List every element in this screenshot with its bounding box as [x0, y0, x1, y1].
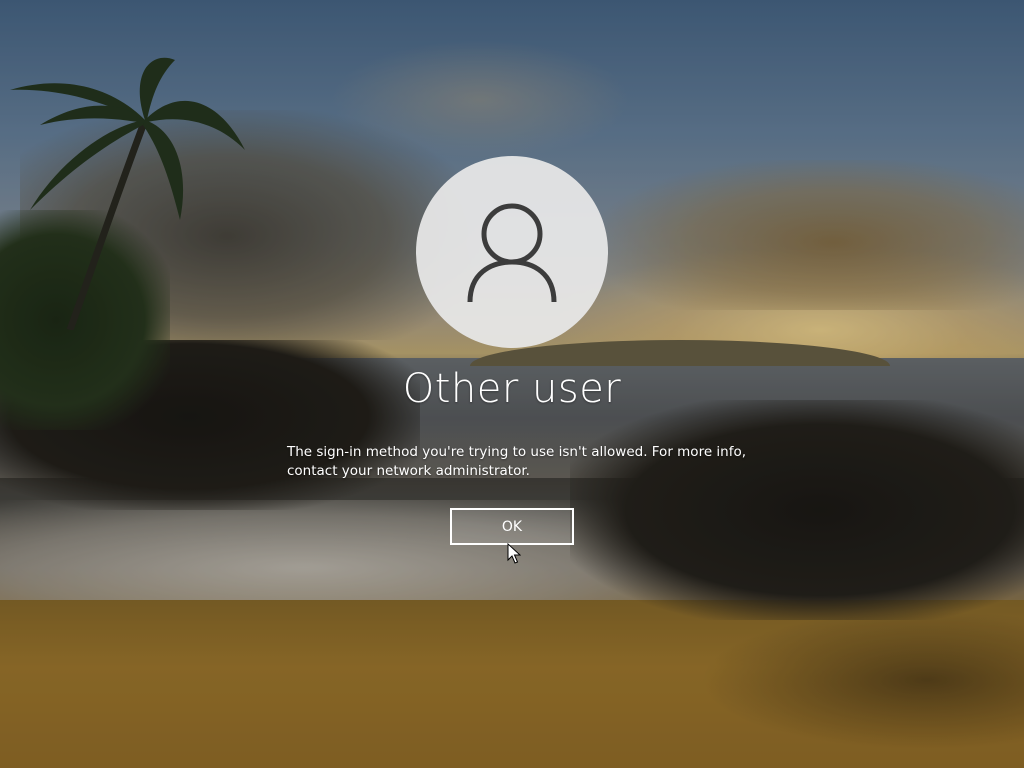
- lock-screen: Other user The sign-in method you're try…: [0, 0, 1024, 768]
- user-name: Other user: [402, 366, 622, 412]
- user-avatar: [416, 156, 608, 348]
- mouse-pointer-icon: [507, 543, 521, 564]
- user-silhouette-icon: [467, 203, 557, 303]
- error-message-line: contact your network administrator.: [287, 463, 530, 479]
- sign-in-error-message: The sign-in method you're trying to use …: [287, 443, 757, 481]
- ok-button[interactable]: OK: [450, 508, 574, 545]
- error-message-line: The sign-in method you're trying to use …: [287, 444, 747, 460]
